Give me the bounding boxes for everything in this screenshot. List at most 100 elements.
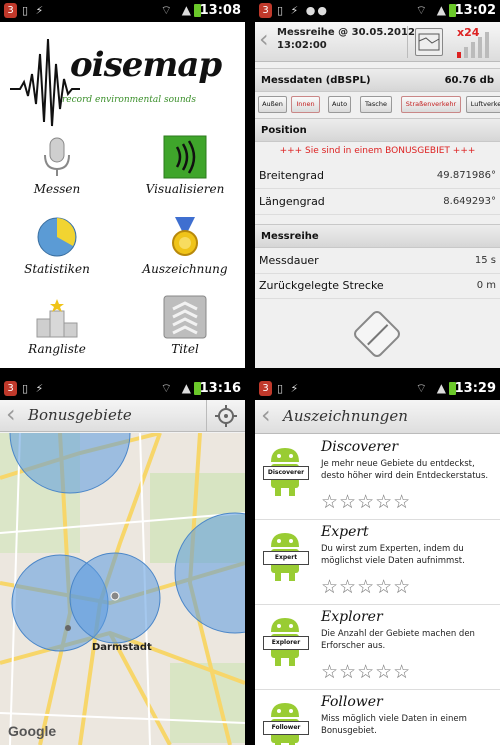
menu-messen[interactable]: Messen [2,135,112,196]
bonus-area-notice: +++ Sie sind in einem BONUSGEBIET +++ [279,146,476,156]
signal-indicator: x24 [457,26,497,58]
menu-rangliste[interactable]: Rangliste [2,295,112,356]
section-header-messdaten: Messdaten (dBSPL) 60.76 db [255,68,500,92]
notification-icons: ▯ ⚡ [22,382,46,395]
award-title: Discoverer [321,439,399,455]
back-chevron-icon[interactable]: ‹ [259,25,269,53]
logo-subtitle: record environmental sounds [62,95,197,105]
soundwave-icon [163,135,207,179]
city-label: Darmstadt [92,642,152,653]
rank-chevrons-icon [163,295,207,339]
award-plate: Expert [263,551,309,565]
clock: 13:29 [454,381,496,396]
signal-label: x24 [457,26,480,39]
pencil-icon [367,324,389,346]
award-title: Expert [321,524,369,540]
menu-statistiken[interactable]: Statistiken [2,215,112,276]
award-item[interactable]: Follower Follower Miss möglich viele Dat… [255,691,500,745]
clock: 13:02 [454,3,496,18]
notification-icons: ▯ ⚡ ●● [277,4,329,17]
star-rating: ☆☆☆☆☆ [321,491,412,513]
series-title-line2: 13:02:00 [277,40,327,51]
edit-button[interactable] [351,308,403,360]
chip-strassenverkehr[interactable]: Straßenverkehr [401,96,461,113]
notification-icons: ▯ ⚡ [277,382,301,395]
section-header-position: Position [255,118,500,142]
award-description: Je mehr neue Gebiete du entdeckst, desto… [321,459,489,481]
bonus-map-screen: 3 ▯ ⚡ ⌔ ▲ 13:16 ‹ Bonusgebiete Darmstadt… [0,378,245,745]
award-description: Du wirst zum Experten, indem du möglichs… [321,544,465,566]
map-button[interactable] [415,28,443,56]
db-value: 60.76 db [444,75,494,86]
street-map [0,378,245,745]
chip-auto[interactable]: Auto [328,96,351,113]
locate-button[interactable] [206,400,245,432]
chip-tasche[interactable]: Tasche [360,96,392,113]
medal-icon [163,215,207,259]
chip-innen[interactable]: Innen [291,96,320,113]
row-label: Längengrad [259,195,325,208]
notification-badge: 3 [4,3,17,18]
system-icons: ⌔ ▲ [161,3,201,18]
notification-badge: 3 [259,3,272,18]
award-item[interactable]: Explorer Explorer Die Anzahl der Gebiete… [255,606,500,690]
notification-icons: ▯ ⚡ [22,4,46,17]
distance-row: Zurückgelegte Strecke 0 m [255,273,500,299]
system-icons: ⌔ ▲ [416,3,456,18]
menu-label: Auszeichnung [142,262,228,276]
row-label: Messdauer [259,254,319,267]
menu-visualisieren[interactable]: Visualisieren [130,135,240,196]
logo-text: oisemap [70,45,222,85]
measurement-screen: 3 ▯ ⚡ ●● ⌔ ▲ 13:02 ‹ Messreihe @ 30.05.2… [255,0,500,368]
podium-icon [35,295,79,339]
action-bar: ‹ Bonusgebiete [0,400,245,432]
row-label: Breitengrad [259,169,324,182]
chip-aussen[interactable]: Außen [258,96,287,113]
environment-chips: Außen Innen Auto Tasche Straßenverkehr L… [255,93,500,115]
menu-label: Statistiken [24,262,90,276]
menu-auszeichnung[interactable]: Auszeichnung [130,215,240,276]
clock: 13:08 [199,3,241,18]
back-chevron-icon[interactable]: ‹ [6,400,16,428]
map-view[interactable]: Darmstadt Google [0,378,245,745]
back-chevron-icon[interactable]: ‹ [261,401,271,429]
menu-label: Messen [33,182,81,196]
longitude-row: Längengrad 8.649293° [255,189,500,215]
awards-screen: 3 ▯ ⚡ ⌔ ▲ 13:29 ‹ Auszeichnungen Discove… [255,378,500,745]
award-title: Explorer [321,609,383,625]
star-rating: ☆☆☆☆☆ [321,576,412,598]
award-item[interactable]: Expert Expert Du wirst zum Experten, ind… [255,521,500,605]
series-title: Messreihe @ 30.05.2012 13:02:00 [277,26,415,52]
menu-label: Visualisieren [145,182,225,196]
home-screen: 3 ▯ ⚡ ⌔ ▲ 13:08 oisemap record environme… [0,0,245,368]
status-bar: 3 ▯ ⚡ ●● ⌔ ▲ 13:02 [255,0,500,22]
status-bar: 3 ▯ ⚡ ⌔ ▲ 13:16 [0,378,245,400]
menu-label: Titel [171,342,199,356]
award-description: Miss möglich viele Daten in einem Bonusg… [321,714,467,736]
page-title: Auszeichnungen [283,407,408,425]
award-plate: Follower [263,721,309,735]
duration-row: Messdauer 15 s [255,248,500,274]
status-bar: 3 ▯ ⚡ ⌔ ▲ 13:29 [255,378,500,400]
row-value: 0 m [476,280,496,291]
row-label: Zurückgelegte Strecke [259,279,384,292]
clock: 13:16 [199,381,241,396]
star-rating: ☆☆☆☆☆ [321,661,412,683]
row-value: 15 s [474,255,496,266]
action-bar: ‹ Messreihe @ 30.05.2012 13:02:00 x24 [255,22,500,62]
page-title: Bonusgebiete [28,406,132,424]
system-icons: ⌔ ▲ [161,381,201,396]
microphone-icon [35,135,79,179]
award-item[interactable]: Discoverer Discoverer Je mehr neue Gebie… [255,436,500,520]
divider [407,26,408,58]
menu-titel[interactable]: Titel [130,295,240,356]
map-icon [418,33,440,51]
award-plate: Discoverer [263,466,309,480]
series-title-line1: Messreihe @ 30.05.2012 [277,27,415,38]
notification-badge: 3 [4,381,17,396]
chip-luftverkehr[interactable]: Luftverke [466,96,500,113]
row-value: 8.649293° [443,196,496,207]
award-title: Follower [321,694,383,710]
section-header-messreihe: Messreihe [255,224,500,248]
crosshair-icon [215,405,237,427]
